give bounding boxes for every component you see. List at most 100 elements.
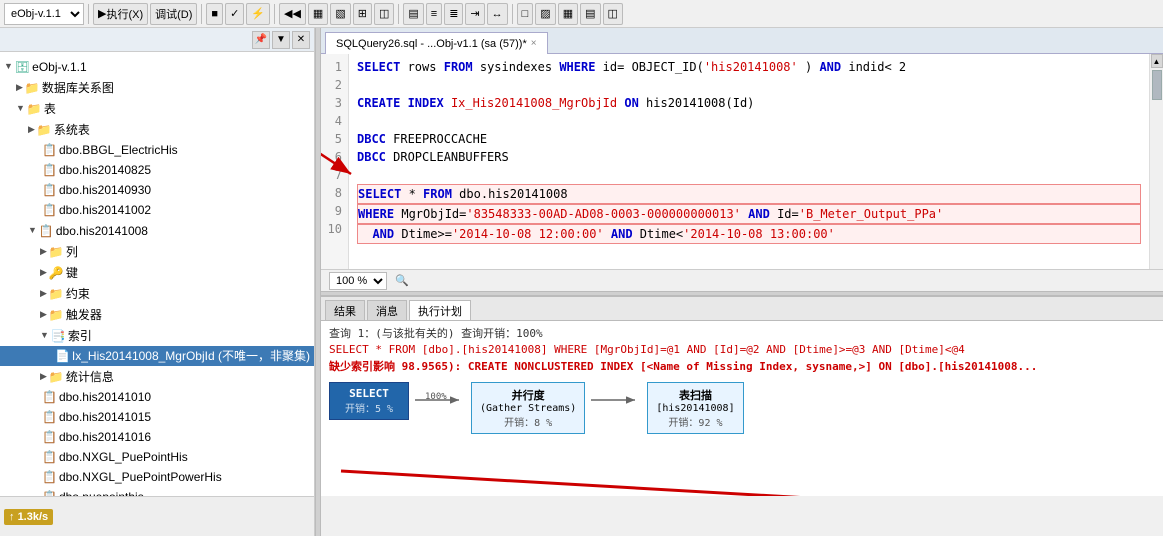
code-line-6: DBCC DROPCLEANBUFFERS: [357, 148, 1141, 166]
tree-item-his20141015[interactable]: 📋 dbo.his20141015: [0, 407, 314, 427]
plan-box-title: 并行度: [480, 387, 576, 403]
close-panel-button[interactable]: ✕: [292, 31, 310, 49]
scroll-thumb[interactable]: [1152, 70, 1162, 100]
tree-expand-icon[interactable]: [40, 326, 49, 345]
tree-expand-icon[interactable]: [40, 284, 47, 303]
zoom-select[interactable]: 100 %: [329, 272, 387, 290]
tree-item-table[interactable]: 📁 表: [0, 98, 314, 119]
tree-item-his20141008[interactable]: 📋 dbo.his20141008: [0, 220, 314, 241]
toolbar-btn-13[interactable]: ↔: [487, 3, 508, 25]
tree-item-his20141010[interactable]: 📋 dbo.his20141010: [0, 387, 314, 407]
code-editor[interactable]: 1 2 3 4 5 6 7 8 9 10 SELECT rows FROM sy…: [321, 54, 1163, 269]
tree-expand-icon[interactable]: [40, 367, 47, 386]
dropdown-button[interactable]: ▼: [272, 31, 290, 49]
results-tab-messages[interactable]: 消息: [367, 300, 407, 320]
tree-item-systable[interactable]: 📁 系统表: [0, 119, 314, 140]
toolbar-btn-3[interactable]: ⚡: [246, 3, 270, 25]
tree-item-label: dbo.his20141008: [56, 222, 148, 240]
plan-box-subtitle: [his20141008]: [656, 403, 734, 414]
table-icon: 📋: [39, 222, 54, 240]
tree-item-label: dbo.his20141015: [59, 408, 151, 426]
tree-expand-icon[interactable]: [16, 78, 23, 97]
table-icon: 📋: [42, 468, 57, 486]
db-dropdown[interactable]: eObj-v.1.1: [4, 3, 84, 25]
code-line-9: WHERE MgrObjId='83548333-00AD-AD08-0003-…: [357, 204, 1141, 224]
tree-expand-icon[interactable]: [28, 221, 37, 240]
toolbar-btn-6[interactable]: ▧: [330, 3, 350, 25]
line-numbers: 1 2 3 4 5 6 7 8 9 10: [321, 54, 349, 269]
query-info: 查询 1：(与该批有关的) 查询开销：100%: [329, 325, 1155, 341]
toolbar-btn-5[interactable]: ▦: [308, 3, 328, 25]
line-num: 3: [327, 94, 342, 112]
results-tab-results[interactable]: 结果: [325, 300, 365, 320]
code-scrollbar[interactable]: ▲: [1149, 54, 1163, 269]
tree-item-key[interactable]: 🔑 键: [0, 262, 314, 283]
plan-box-title: SELECT: [338, 387, 400, 400]
tree-item-his20141016[interactable]: 📋 dbo.his20141016: [0, 427, 314, 447]
parse-button[interactable]: ✓: [225, 3, 244, 25]
tree-item-his20140825[interactable]: 📋 dbo.his20140825: [0, 160, 314, 180]
toolbar-btn-14[interactable]: □: [517, 3, 534, 25]
tree-item-his20140930[interactable]: 📋 dbo.his20140930: [0, 180, 314, 200]
toolbar-btn-4[interactable]: ◀◀: [279, 3, 306, 25]
tree-expand-icon[interactable]: [40, 242, 47, 261]
toolbar-btn-12[interactable]: ⇥: [465, 3, 484, 25]
toolbar-btn-15[interactable]: ▨: [535, 3, 555, 25]
code-line-4: [357, 112, 1141, 130]
toolbar-btn-16[interactable]: ▦: [558, 3, 578, 25]
tree-expand-icon[interactable]: [4, 57, 13, 76]
tree-expand-icon[interactable]: [28, 120, 35, 139]
tree-item-label: 约束: [66, 285, 90, 303]
toolbar-btn-17[interactable]: ▤: [580, 3, 600, 25]
plan-arrow-svg-2: [591, 392, 641, 408]
scroll-up-arrow[interactable]: ▲: [1151, 54, 1163, 68]
tree-item-eobj[interactable]: 🗄 eObj-v.1.1: [0, 56, 314, 77]
toolbar-separator-5: [512, 4, 513, 24]
tree-item-constraint[interactable]: 📁 约束: [0, 283, 314, 304]
toolbar-btn-18[interactable]: ◫: [603, 3, 623, 25]
tree-item-trigger[interactable]: 📁 触发器: [0, 304, 314, 325]
execute-button[interactable]: ▶ 执行(X): [93, 3, 148, 25]
plan-box-scan: 表扫描 [his20141008] 开销：92 %: [647, 382, 743, 434]
left-panel-header-btns: 📌 ▼ ✕: [252, 31, 310, 49]
speed-value: 1.3k/s: [18, 511, 49, 523]
tree-item-nxgl-puepower[interactable]: 📋 dbo.NXGL_PuePointPowerHis: [0, 467, 314, 487]
tree-item-nxgl-pue[interactable]: 📋 dbo.NXGL_PuePointHis: [0, 447, 314, 467]
editor-tab[interactable]: SQLQuery26.sql - ...Obj-v1.1 (sa (57))* …: [325, 32, 548, 54]
toolbar-btn-9[interactable]: ▤: [403, 3, 423, 25]
tree-item-statsinfo[interactable]: 📁 统计信息: [0, 366, 314, 387]
toolbar-btn-8[interactable]: ◫: [374, 3, 394, 25]
toolbar-btn-7[interactable]: ⊞: [353, 3, 372, 25]
main-toolbar: eObj-v.1.1 ▶ 执行(X) 调试(D) ■ ✓ ⚡ ◀◀ ▦ ▧ ⊞ …: [0, 0, 1163, 28]
tree-expand-icon[interactable]: [16, 99, 25, 118]
missing-index-label: 缺少索引影响 98.9565): CREATE NONCLUSTERED IND…: [329, 360, 1037, 373]
tree-item-index[interactable]: 📑 索引: [0, 325, 314, 346]
debug-button[interactable]: 调试(D): [150, 3, 197, 25]
tree-item-col[interactable]: 📁 列: [0, 241, 314, 262]
tree-expand-icon[interactable]: [40, 263, 47, 282]
tree-item-label: dbo.BBGL_ElectricHis: [59, 141, 178, 159]
line-num: 7: [327, 166, 342, 184]
table-icon: 📋: [42, 428, 57, 446]
tree-item-dbrelation[interactable]: 📁 数据库关系图: [0, 77, 314, 98]
tree-expand-icon[interactable]: [40, 305, 47, 324]
toolbar-btn-11[interactable]: ≣: [444, 3, 463, 25]
plan-box-title: 表扫描: [656, 387, 734, 403]
tree-item-label: 系统表: [54, 121, 90, 139]
tree-item-ix-his[interactable]: 📄 Ix_His20141008_MgrObjId (不唯一，非聚集): [0, 346, 314, 366]
left-panel-header: 📌 ▼ ✕: [0, 28, 314, 52]
line-num: 4: [327, 112, 342, 130]
tree-item-his20141002[interactable]: 📋 dbo.his20141002: [0, 200, 314, 220]
tree-item-label: dbo.his20141010: [59, 388, 151, 406]
tree-item-bbgl[interactable]: 📋 dbo.BBGL_ElectricHis: [0, 140, 314, 160]
tree-item-puepointhis[interactable]: 📋 dbo.puepointhis: [0, 487, 314, 496]
results-tab-execplan[interactable]: 执行计划: [409, 300, 471, 320]
code-content[interactable]: SELECT rows FROM sysindexes WHERE id= OB…: [349, 54, 1149, 269]
toolbar-btn-10[interactable]: ≡: [426, 3, 442, 25]
line-num: 8: [327, 184, 342, 202]
plan-gather-node: 并行度 (Gather Streams) 开销：8 %: [471, 382, 585, 434]
pin-button[interactable]: 📌: [252, 31, 270, 49]
stop-button[interactable]: ■: [206, 3, 223, 25]
tab-close-button[interactable]: ×: [531, 38, 537, 49]
tree-item-label: dbo.his20141016: [59, 428, 151, 446]
